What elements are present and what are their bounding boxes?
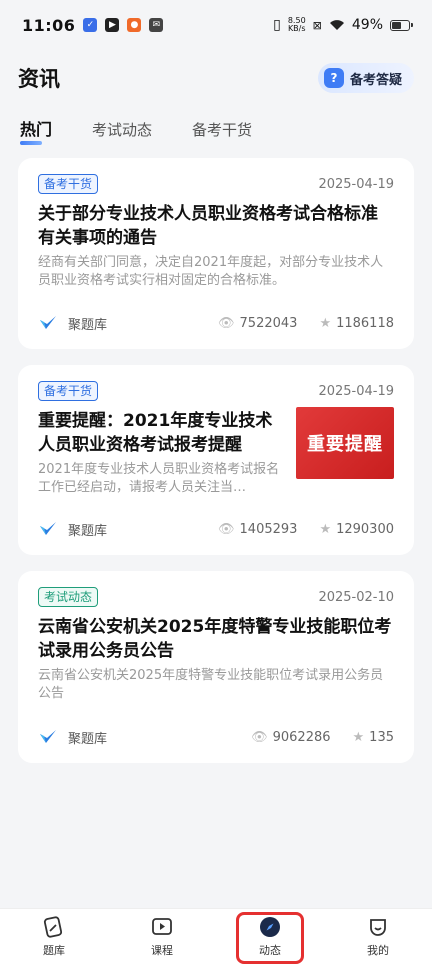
question-chat-icon: ? bbox=[323, 68, 344, 88]
tab-hot[interactable]: 热门 bbox=[20, 115, 52, 145]
article-date: 2025-02-10 bbox=[318, 589, 394, 605]
article-tag: 备考干货 bbox=[38, 174, 99, 194]
nav-label: 题库 bbox=[43, 944, 65, 957]
tab-exam-news[interactable]: 考试动态 bbox=[92, 115, 152, 145]
article-card[interactable]: 备考干货 2025-04-19 重要提醒：2021年度专业技术人员职业资格考试报… bbox=[18, 365, 414, 555]
app-notification-icon: ✓ bbox=[83, 18, 98, 32]
exam-qa-button[interactable]: ? 备考答疑 bbox=[317, 63, 414, 93]
tab-study-tips[interactable]: 备考干货 bbox=[192, 115, 252, 145]
play-icon bbox=[152, 918, 172, 935]
article-summary: 经商有关部门同意，决定自2021年度起，对部分专业技术人员职业资格考试实行相对固… bbox=[38, 255, 384, 288]
nav-label: 我的 bbox=[367, 944, 389, 957]
star-icon: ★ bbox=[319, 521, 332, 537]
article-source: 聚题库 bbox=[68, 523, 108, 539]
jutiku-logo-icon bbox=[40, 522, 56, 535]
wifi-icon bbox=[329, 20, 344, 30]
article-title: 云南省公安机关2025年度特警专业技能职位考试录用公务员公告 bbox=[38, 617, 392, 661]
bottom-nav: 题库 课程 动态 我的 bbox=[0, 908, 432, 964]
article-summary: 云南省公安机关2025年度特警专业技能职位考试录用公务员公告 bbox=[38, 668, 384, 701]
nav-courses[interactable]: 课程 bbox=[132, 915, 192, 958]
header: 资讯 ? 备考答疑 bbox=[0, 58, 432, 98]
eye-icon: 👁 bbox=[218, 315, 235, 331]
battery-icon bbox=[390, 19, 413, 31]
nav-label: 课程 bbox=[151, 944, 173, 957]
article-date: 2025-04-19 bbox=[318, 176, 394, 192]
status-bar: 11:06 ✓ ▶ ● ✉ ▯ 8.50 KB/s ⊠ 49% bbox=[0, 0, 432, 50]
star-icon: ★ bbox=[352, 729, 365, 745]
question-bank-icon bbox=[43, 916, 63, 938]
article-thumbnail: 重要提醒 bbox=[296, 407, 394, 479]
star-icon: ★ bbox=[319, 315, 332, 331]
article-title: 重要提醒：2021年度专业技术人员职业资格考试报考提醒 bbox=[38, 411, 273, 455]
nav-profile[interactable]: 我的 bbox=[348, 915, 408, 958]
sim-icon: ⊠ bbox=[312, 18, 322, 32]
article-summary: 2021年度专业技术人员职业资格考试报名工作已经启动，请报考人员关注当… bbox=[38, 462, 280, 495]
star-count: 1186118 bbox=[336, 315, 394, 331]
article-date: 2025-04-19 bbox=[318, 383, 394, 399]
article-source: 聚题库 bbox=[68, 317, 108, 333]
page-title: 资讯 bbox=[18, 67, 60, 91]
article-tag: 考试动态 bbox=[38, 587, 99, 607]
vibrate-icon: ▯ bbox=[273, 17, 281, 33]
article-title: 关于部分专业技术人员职业资格考试合格标准有关事项的通告 bbox=[38, 204, 378, 248]
jutiku-logo-icon bbox=[40, 730, 56, 743]
nav-question-bank[interactable]: 题库 bbox=[24, 915, 84, 958]
view-count: 1405293 bbox=[239, 521, 298, 537]
net-speed-unit: KB/s bbox=[287, 24, 306, 33]
app-notification-icon: ● bbox=[127, 18, 142, 32]
profile-icon bbox=[370, 919, 386, 936]
article-source: 聚题库 bbox=[68, 731, 108, 747]
nav-news[interactable]: 动态 bbox=[240, 915, 300, 958]
app-notification-icon: ▶ bbox=[105, 18, 120, 32]
star-count: 135 bbox=[369, 729, 394, 745]
category-tabs: 热门 考试动态 备考干货 bbox=[0, 112, 432, 148]
eye-icon: 👁 bbox=[218, 521, 235, 537]
compass-icon bbox=[260, 917, 280, 937]
app-notification-icon: ✉ bbox=[149, 18, 164, 32]
view-count: 9062286 bbox=[272, 729, 331, 745]
battery-level bbox=[392, 21, 401, 29]
eye-icon: 👁 bbox=[251, 729, 268, 745]
star-count: 1290300 bbox=[336, 521, 394, 537]
view-count: 7522043 bbox=[239, 315, 298, 331]
article-card[interactable]: 考试动态 2025-02-10 云南省公安机关2025年度特警专业技能职位考试录… bbox=[18, 571, 414, 763]
status-time: 11:06 bbox=[22, 15, 76, 35]
jutiku-logo-icon bbox=[40, 316, 56, 329]
exam-qa-label: 备考答疑 bbox=[349, 72, 402, 88]
article-card[interactable]: 备考干货 2025-04-19 关于部分专业技术人员职业资格考试合格标准有关事项… bbox=[18, 158, 414, 349]
battery-percent: 49% bbox=[351, 17, 383, 33]
nav-label: 动态 bbox=[259, 944, 281, 957]
article-tag: 备考干货 bbox=[38, 381, 99, 401]
net-speed: 8.50 KB/s bbox=[288, 17, 306, 33]
